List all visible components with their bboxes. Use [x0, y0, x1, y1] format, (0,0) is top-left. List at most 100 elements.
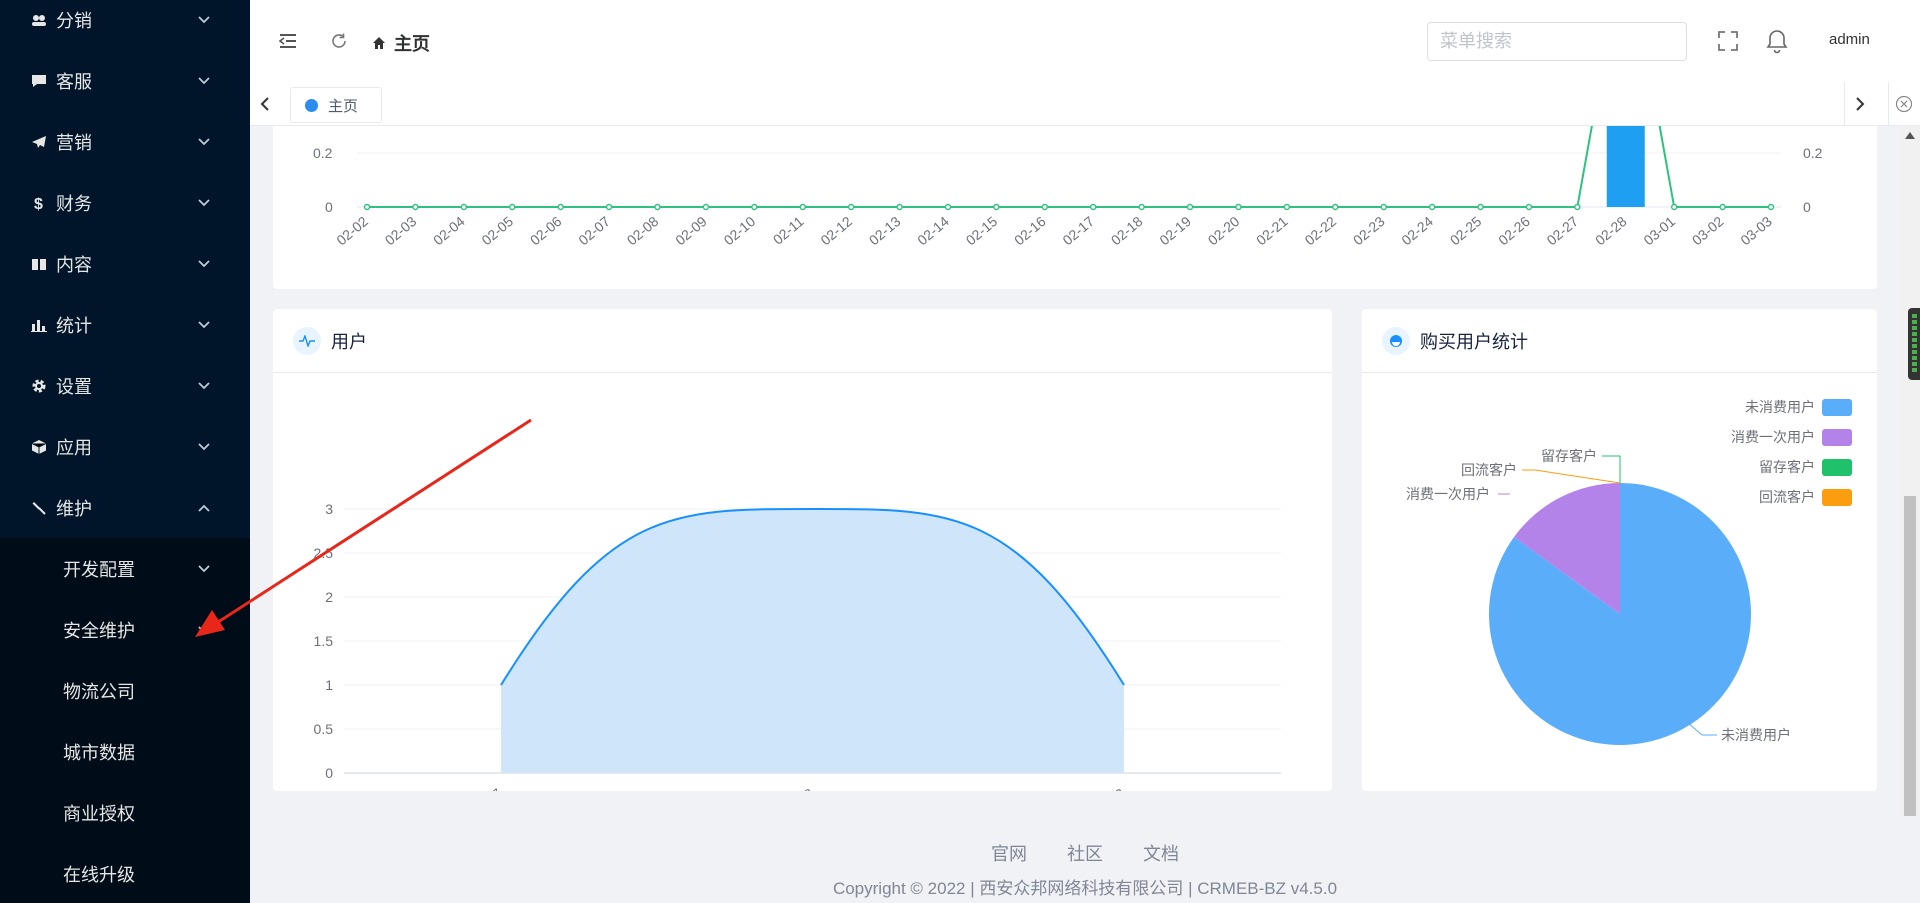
x-tick-label: 02-12: [817, 213, 855, 248]
sidebar-item[interactable]: 分销: [0, 0, 250, 50]
top-header: 主页 admin: [250, 0, 1920, 82]
chevron-down-icon: [198, 257, 210, 271]
line-point: [460, 203, 468, 211]
line-point: [1477, 203, 1484, 211]
submenu-item[interactable]: 城市数据: [0, 721, 250, 782]
tags-scroll-right-icon[interactable]: [1844, 82, 1874, 126]
user-card: 用户 0 0.5 1 1.5 2 2.5 3 02-27 02-28 03-2: [273, 309, 1332, 820]
user-card-header: 用户: [273, 309, 1332, 373]
line-point: [751, 203, 758, 211]
footer-link-community[interactable]: 社区: [1067, 840, 1103, 866]
slice-label: 未消费用户: [1721, 727, 1791, 743]
sidebar-item[interactable]: 统计: [0, 294, 250, 355]
slice-label: 留存客户: [1541, 448, 1597, 464]
tag-home[interactable]: 主页: [290, 87, 382, 123]
sidebar-item[interactable]: 营销: [0, 111, 250, 172]
y-tick-label: 0: [325, 199, 333, 215]
line-point: [1090, 203, 1097, 211]
menu-search-input[interactable]: [1427, 22, 1687, 61]
line-point: [1767, 203, 1775, 211]
page-scrollbar[interactable]: [1900, 126, 1920, 816]
sidebar-item-label: 内容: [56, 254, 92, 275]
x-tick-label: 02-03: [382, 213, 420, 248]
sidebar-item-label: 统计: [56, 315, 92, 336]
x-tick-label: 02-17: [1059, 213, 1097, 248]
line-point: [1041, 203, 1048, 211]
scrollbar-thumb[interactable]: [1904, 496, 1916, 816]
sidebar-item[interactable]: 设置: [0, 355, 250, 416]
x-tick-label: 02-16: [1011, 213, 1049, 248]
x-tick-label: 02-22: [1301, 213, 1339, 248]
buy-card-title: 购买用户统计: [1420, 331, 1528, 352]
breadcrumb: 主页: [372, 30, 430, 56]
chevron-down-icon: [198, 13, 210, 27]
line-point: [993, 203, 1000, 211]
x-tick-label: 02-26: [1495, 213, 1533, 248]
submenu-item[interactable]: 安全维护: [0, 599, 250, 660]
slice-label: 消费一次用户: [1406, 486, 1490, 502]
footer-link-website[interactable]: 官网: [991, 840, 1027, 866]
tags-scroll-left-icon[interactable]: [250, 82, 280, 126]
x-tick-label: 02-07: [575, 213, 613, 248]
leader-line: [1686, 721, 1717, 736]
scroll-up-icon[interactable]: [1905, 132, 1915, 139]
x-tick-label: 02-23: [1350, 213, 1388, 248]
submenu-item-label: 安全维护: [63, 620, 135, 641]
sidebar-item[interactable]: 客服: [0, 50, 250, 111]
x-tick-label: 02-28: [1592, 213, 1630, 248]
y-tick-label: 0: [325, 765, 333, 781]
footer-link-docs[interactable]: 文档: [1143, 840, 1179, 866]
submenu-item[interactable]: 商业授权: [0, 782, 250, 843]
sidebar-item-label: 设置: [56, 376, 92, 397]
leader-line: [1602, 455, 1621, 483]
x-tick-label: 02-02: [333, 213, 371, 248]
submenu-item-label: 物流公司: [63, 681, 135, 702]
submenu-item-label: 城市数据: [63, 742, 135, 763]
sidebar-item-label: 应用: [56, 437, 92, 458]
y-tick-label: 0.2: [313, 145, 333, 161]
line-point: [1186, 203, 1194, 211]
x-tick-label: 02-21: [1253, 213, 1291, 248]
footer-links: 官网 社区 文档: [0, 840, 1920, 866]
sidebar-item[interactable]: 应用: [0, 416, 250, 477]
submenu-item[interactable]: 物流公司: [0, 660, 250, 721]
x-tick-label: 02-08: [624, 213, 662, 248]
line-point: [654, 203, 661, 211]
collapse-menu-icon[interactable]: [278, 31, 298, 51]
sidebar-item[interactable]: 维护: [0, 477, 250, 538]
chevron-down-icon: [198, 440, 210, 454]
x-tick-label: 02-18: [1108, 213, 1146, 248]
order-chart: 0.200.2002-02 02-03 02-04 02-05 02-06 02-07 02…: [313, 0, 1823, 248]
user-menu[interactable]: admin: [1829, 31, 1870, 48]
close-tags-icon[interactable]: [1888, 82, 1918, 126]
line-point: [509, 203, 516, 211]
x-tick-label: 02-10: [721, 213, 759, 248]
x-tick-label: 02-11: [770, 213, 807, 248]
y-tick-label: 0.2: [1803, 145, 1823, 161]
x-tick-label: 02-14: [914, 213, 952, 248]
chevron-down-icon: [198, 196, 210, 210]
fullscreen-icon[interactable]: [1717, 30, 1739, 52]
x-tick-label: 03-01: [1640, 213, 1678, 248]
breadcrumb-home[interactable]: 主页: [394, 30, 430, 56]
legend-swatch: [1822, 399, 1852, 416]
side-panel-handle[interactable]: [1908, 308, 1920, 380]
cube-icon: [30, 438, 48, 456]
line-point: [1574, 203, 1581, 211]
refresh-icon[interactable]: [330, 32, 348, 50]
sidebar-item[interactable]: 内容: [0, 233, 250, 294]
order-chart-card: 0.2 0 0.2 0 02-02 02-03 02-04 02-05 02-06 02-07 02…: [273, 0, 1877, 289]
line-point: [363, 203, 371, 211]
sidebar-item[interactable]: $ 财务: [0, 172, 250, 233]
group-icon: [30, 11, 48, 29]
sidebar-menu: 分销客服营销 $ 财务内容统计设置应用维护: [0, 0, 250, 538]
user-chart: 0 0.5 1 1.5 2 2.5 3 02-27 02-28 03-2: [314, 501, 1281, 820]
sidebar-item-label: 客服: [56, 71, 92, 92]
legend-label: 回流客户: [1759, 489, 1815, 505]
legend-label: 留存客户: [1759, 459, 1815, 475]
line-point: [1525, 203, 1533, 211]
line-point: [1719, 203, 1726, 211]
sidebar-item-label: 维护: [56, 498, 92, 519]
bell-icon[interactable]: [1765, 28, 1789, 54]
submenu-item[interactable]: 开发配置: [0, 538, 250, 599]
